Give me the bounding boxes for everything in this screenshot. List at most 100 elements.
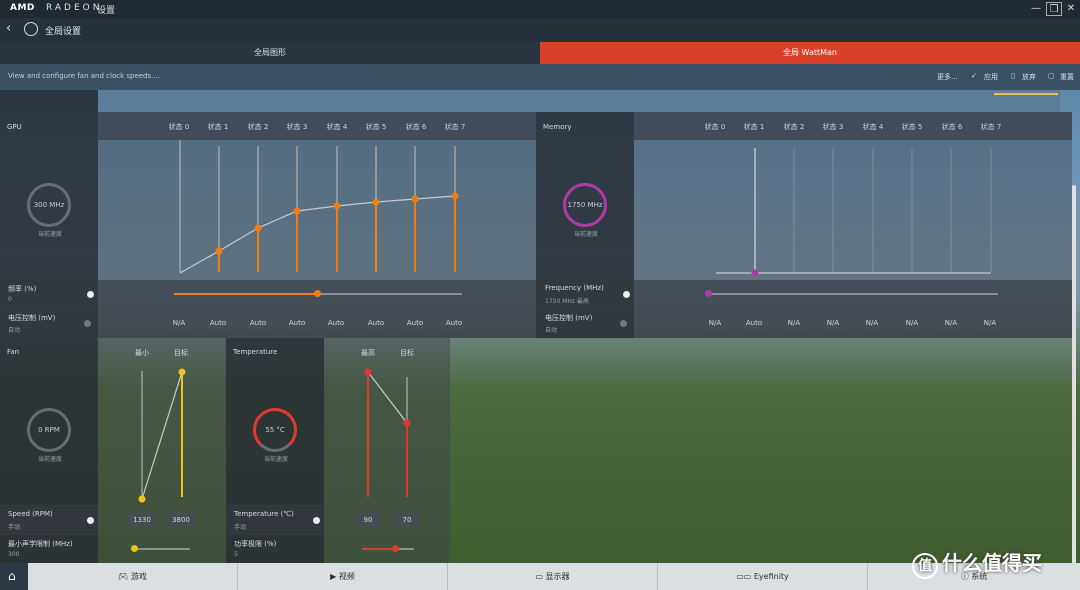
fan-target-input[interactable]: 3800	[167, 513, 195, 527]
memory-state-label: 状态 5	[901, 123, 923, 131]
reset-button[interactable]: 重置	[1060, 72, 1074, 82]
gpu-volt-state[interactable]: Auto	[402, 316, 428, 330]
close-icon[interactable]: ✕	[1063, 2, 1079, 16]
fan-acoustic-slider-thumb[interactable]	[131, 545, 138, 552]
memory-volt-state[interactable]: N/A	[859, 316, 885, 330]
temp-toggle[interactable]	[313, 517, 320, 524]
memory-gauge-caption: 当前速度	[574, 231, 599, 238]
memory-state-lines	[754, 148, 992, 272]
gpu-volt-state[interactable]: Auto	[441, 316, 467, 330]
gpu-title: GPU	[7, 123, 22, 131]
memory-volt-value: 自动	[545, 327, 558, 334]
temp-gauge-value: 55 °C	[265, 426, 285, 434]
fan-gauge-value: 0 RPM	[38, 426, 60, 434]
fan-target-point	[178, 368, 186, 376]
nav-eyefinity[interactable]: ▭▭ Eyefinity	[658, 563, 868, 590]
minimize-icon[interactable]: —	[1028, 2, 1044, 16]
memory-volt-state[interactable]: N/A	[899, 316, 925, 330]
gpu-volt-state[interactable]: Auto	[205, 316, 231, 330]
memory-state-label: 状态 2	[783, 123, 805, 131]
power-limit-fill	[362, 548, 396, 550]
power-limit-label: 功率极限 (%)	[234, 540, 277, 548]
tab-bar: 全局图形 全局 WattMan	[0, 42, 1080, 64]
gpu-state-label: 状态 7	[444, 123, 466, 131]
memory-volt-toggle[interactable]	[620, 320, 627, 327]
watermark-logo-icon: 值	[912, 553, 938, 579]
gpu-freq-fill	[174, 293, 317, 295]
temp-max-point	[364, 368, 372, 376]
tab-global-graphics[interactable]: 全局图形	[0, 42, 540, 64]
nav-video-label: 视频	[338, 572, 355, 581]
globe-icon	[24, 22, 38, 36]
strip-bar	[98, 90, 1060, 112]
gpu-volt-value: 自动	[8, 327, 21, 334]
fan-speed-toggle[interactable]	[87, 517, 94, 524]
memory-volt-state[interactable]: N/A	[781, 316, 807, 330]
fan-min-input[interactable]: 1330	[128, 513, 156, 527]
gpu-volt-state[interactable]: Auto	[363, 316, 389, 330]
gpu-volt-state[interactable]: Auto	[245, 316, 271, 330]
temp-label: Temperature (℃)	[234, 510, 294, 518]
gamepad-icon: 🎮︎	[118, 572, 131, 581]
power-limit-slider-thumb[interactable]	[392, 545, 399, 552]
memory-freq-track	[708, 293, 998, 295]
temp-gauge-caption: 当前速度	[264, 456, 289, 463]
nav-eyefinity-label: Eyefinity	[753, 572, 789, 581]
gpu-state-label: 状态 4	[326, 123, 348, 131]
action-bar: View and configure fan and clock speeds.…	[0, 64, 1080, 90]
scrollbar[interactable]	[1072, 185, 1076, 565]
memory-volt-label: 电压控制 (mV)	[545, 314, 593, 322]
memory-gauge-value: 1750 MHz	[567, 201, 603, 209]
memory-volt-state[interactable]: N/A	[938, 316, 964, 330]
tab-global-wattman[interactable]: 全局 WattMan	[540, 42, 1080, 64]
fan-speed-value: 手动	[8, 524, 21, 531]
gpu-freq-toggle[interactable]	[87, 291, 94, 298]
back-arrow-icon[interactable]: ‹	[6, 21, 11, 36]
memory-volt-state[interactable]: N/A	[977, 316, 1003, 330]
gpu-volt-state[interactable]: Auto	[323, 316, 349, 330]
nav-video[interactable]: ▶ 视频	[238, 563, 448, 590]
eyefinity-icon: ▭▭	[736, 572, 754, 581]
gpu-volt-state[interactable]: Auto	[284, 316, 310, 330]
gpu-volt-state[interactable]: N/A	[166, 316, 192, 330]
restore-icon[interactable]: ❐	[1046, 2, 1062, 16]
gpu-state-label: 状态 0	[168, 123, 190, 131]
temp-curve[interactable]	[356, 365, 416, 505]
memory-state-label: 状态 7	[980, 123, 1002, 131]
watermark-text: 什么值得买	[942, 551, 1042, 575]
more-button[interactable]: 更多...	[937, 72, 958, 82]
nav-display[interactable]: ▭ 显示器	[448, 563, 658, 590]
watermark: 值什么值得买	[912, 547, 1072, 579]
gpu-clock-curve[interactable]	[170, 140, 470, 280]
apply-check-icon: ✓	[971, 72, 977, 80]
fan-curve[interactable]	[130, 365, 190, 505]
memory-freq-toggle[interactable]	[623, 291, 630, 298]
fan-speed-label: Speed (RPM)	[8, 510, 53, 518]
fan-col-target: 目标	[174, 349, 188, 357]
memory-clock-curve[interactable]	[706, 140, 1006, 280]
gpu-control-area	[98, 280, 536, 338]
fan-acoustic-track	[134, 548, 190, 550]
discard-button[interactable]: 放弃	[1022, 72, 1036, 82]
strip-indicator	[994, 93, 1058, 95]
memory-freq-slider-thumb[interactable]	[705, 290, 712, 297]
memory-state-label: 状态 0	[704, 123, 726, 131]
gpu-volt-label: 电压控制 (mV)	[8, 314, 56, 322]
gpu-state-label: 状态 3	[286, 123, 308, 131]
monitor-icon: ▭	[535, 572, 546, 581]
gpu-volt-toggle[interactable]	[84, 320, 91, 327]
home-button[interactable]: ⌂	[0, 563, 28, 590]
temp-max-input[interactable]: 90	[355, 513, 381, 527]
memory-volt-state[interactable]: Auto	[741, 316, 767, 330]
memory-volt-state[interactable]: N/A	[702, 316, 728, 330]
header: ‹ 全局设置	[0, 18, 1080, 42]
nav-gaming-label: 游戏	[130, 572, 147, 581]
memory-state-label: 状态 1	[743, 123, 765, 131]
nav-gaming[interactable]: 🎮︎ 游戏	[28, 563, 238, 590]
gpu-freq-value: 0	[8, 296, 12, 303]
amd-logo: AMD	[10, 3, 35, 13]
memory-volt-state[interactable]: N/A	[820, 316, 846, 330]
temp-target-input[interactable]: 70	[394, 513, 420, 527]
apply-button[interactable]: 应用	[984, 72, 998, 82]
gpu-freq-slider-thumb[interactable]	[314, 290, 321, 297]
